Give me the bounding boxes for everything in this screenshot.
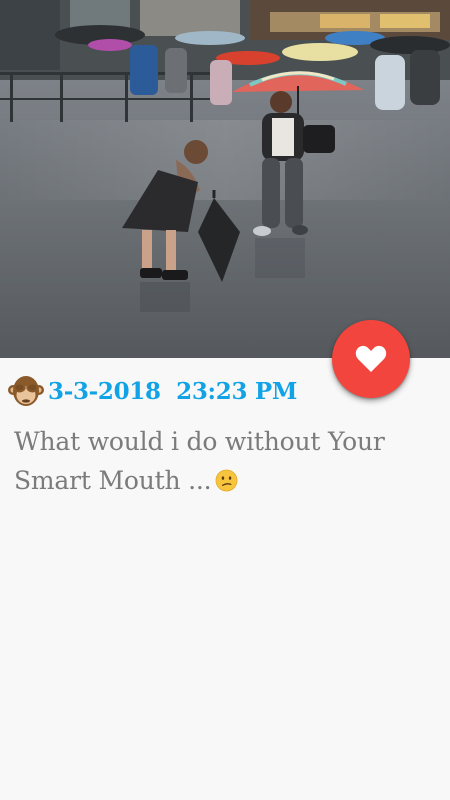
favorite-button[interactable] bbox=[332, 320, 410, 398]
rainy-street-photo bbox=[0, 0, 450, 358]
confused-face-icon bbox=[215, 469, 238, 492]
see-no-evil-monkey-icon bbox=[8, 376, 44, 406]
heart-icon bbox=[355, 345, 387, 372]
post-date: 3-3-2018 bbox=[48, 377, 161, 405]
post-text: What would i do without Your Smart Mouth… bbox=[14, 422, 438, 500]
post-image[interactable] bbox=[0, 0, 450, 358]
post-time: 23:23 PM bbox=[176, 377, 298, 405]
post-text-content: What would i do without Your Smart Mouth… bbox=[14, 427, 385, 495]
post-meta: 3-3-2018 23:23 PM bbox=[8, 372, 297, 410]
post-screen: 3-3-2018 23:23 PM What would i do withou… bbox=[0, 0, 450, 800]
